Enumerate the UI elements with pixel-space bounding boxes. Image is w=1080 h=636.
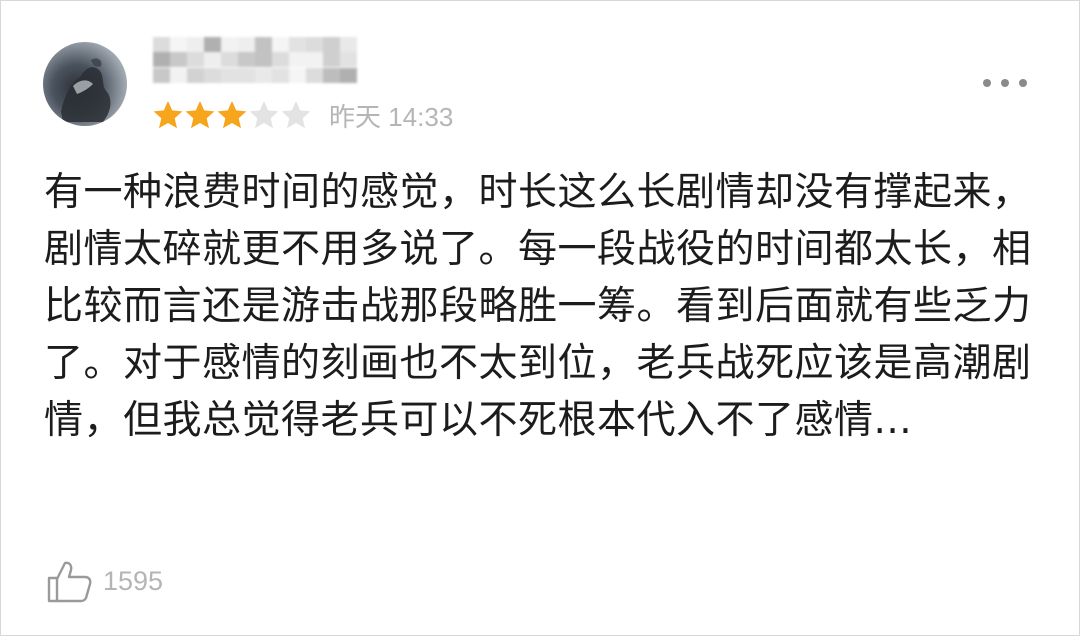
review-text: 有一种浪费时间的感觉，时长这么长剧情却没有撑起来，剧情太碎就更不用多说了。每一段… — [44, 170, 1032, 443]
like-button[interactable]: 1595 — [45, 557, 163, 605]
rating-row: 昨天 14:33 — [151, 97, 453, 133]
mosaic-cell — [255, 67, 272, 83]
more-dots-icon — [983, 79, 991, 87]
star-rating — [151, 98, 311, 132]
mosaic-cell — [255, 52, 272, 68]
mosaic-cell — [238, 52, 255, 68]
mosaic-cell — [340, 52, 357, 68]
mosaic-cell — [255, 37, 272, 52]
mosaic-cell — [272, 52, 289, 68]
mosaic-cell — [340, 67, 357, 83]
star-filled-icon — [153, 101, 183, 129]
mosaic-cell — [323, 52, 340, 68]
mosaic-cell — [153, 52, 170, 68]
mosaic-cell — [221, 67, 238, 83]
like-count: 1595 — [103, 565, 164, 596]
more-dots-icon — [1019, 79, 1027, 87]
mosaic-cell — [306, 52, 323, 68]
more-options-button[interactable] — [983, 73, 1027, 93]
star-filled-icon — [217, 101, 247, 129]
username-blurred[interactable] — [153, 37, 357, 83]
mosaic-cell — [221, 52, 238, 68]
mosaic-cell — [323, 37, 340, 52]
more-dots-icon — [1001, 79, 1009, 87]
mosaic-cell — [306, 67, 323, 83]
avatar-image — [61, 58, 111, 122]
star-filled-icon — [185, 101, 215, 129]
mosaic-cell — [187, 52, 204, 68]
mosaic-cell — [272, 37, 289, 52]
mosaic-cell — [153, 37, 170, 52]
mosaic-cell — [289, 67, 306, 83]
thumbs-up-icon — [47, 561, 92, 603]
mosaic-cell — [170, 67, 187, 83]
mosaic-cell — [306, 37, 323, 52]
mosaic-cell — [187, 37, 204, 52]
mosaic-cell — [187, 67, 204, 83]
mosaic-cell — [204, 52, 221, 68]
mosaic-cell — [204, 67, 221, 83]
mosaic-cell — [289, 52, 306, 68]
mosaic-cell — [204, 37, 221, 52]
mosaic-cell — [221, 37, 238, 52]
mosaic-cell — [272, 67, 289, 83]
star-empty-icon — [281, 101, 311, 129]
avatar[interactable] — [43, 42, 127, 126]
star-empty-icon — [249, 101, 279, 129]
mosaic-cell — [340, 37, 357, 52]
mosaic-cell — [170, 37, 187, 52]
mosaic-cell — [170, 52, 187, 68]
mosaic-cell — [153, 67, 170, 83]
mosaic-cell — [323, 67, 340, 83]
timestamp: 昨天 14:33 — [329, 101, 454, 132]
comment-card: 昨天 14:33 有一种浪费时间的感觉，时长这么长剧情却没有撑起来，剧情太碎就更… — [0, 0, 1080, 636]
mosaic-cell — [289, 37, 306, 52]
mosaic-cell — [238, 67, 255, 83]
mosaic-cell — [238, 37, 255, 52]
